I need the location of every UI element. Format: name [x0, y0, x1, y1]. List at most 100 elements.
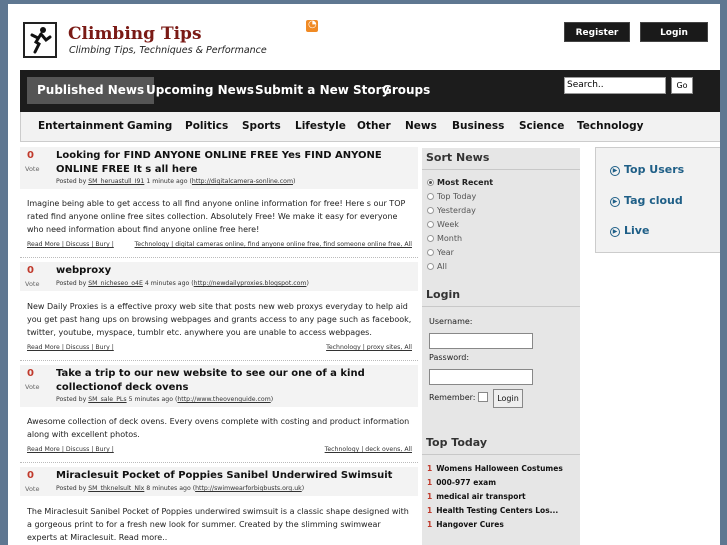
sort-news-heading: Sort News: [426, 151, 490, 164]
story-author[interactable]: SM_thknelsult_Nlx: [88, 485, 144, 492]
tag-cloud-link[interactable]: ▶ Tag cloud: [610, 194, 683, 207]
register-button[interactable]: Register: [564, 22, 630, 42]
meta-suffix: ): [292, 178, 296, 185]
story-url[interactable]: http://newdailyproxies.blogspot.com: [194, 280, 307, 287]
category-other[interactable]: Other: [357, 120, 391, 132]
story-time: 4 minutes ago (: [142, 280, 194, 287]
rss-icon[interactable]: ◔: [306, 19, 318, 32]
rank-number: 1: [427, 492, 433, 501]
category-gaming[interactable]: Gaming: [127, 120, 172, 132]
story-author[interactable]: SM_sale_PLs: [88, 396, 126, 403]
story-tags[interactable]: Technology | proxy sites, All: [326, 344, 412, 351]
story-title[interactable]: Looking for FIND ANYONE ONLINE FREE Yes …: [56, 149, 406, 177]
sort-option-all[interactable]: All: [427, 262, 447, 271]
radio-icon: [427, 221, 434, 228]
sort-option-label: Top Today: [437, 192, 477, 201]
story-item: 0 Vote Take a trip to our new website to…: [20, 365, 418, 465]
sort-option-top-today[interactable]: Top Today: [427, 192, 476, 201]
top-today-label: 000-977 exam: [436, 478, 497, 487]
story-tags[interactable]: Technology | deck ovens, All: [325, 446, 412, 453]
rank-number: 1: [427, 464, 433, 473]
story-divider: [20, 257, 418, 258]
story-url[interactable]: http://www.theovenguide.com: [177, 396, 270, 403]
story-title[interactable]: Take a trip to our new website to see ou…: [56, 367, 406, 395]
story-title[interactable]: Miraclesuit Pocket of Poppies Sanibel Un…: [56, 469, 406, 483]
vote-button[interactable]: Vote: [25, 383, 39, 391]
top-today-item[interactable]: 1 Health Testing Centers Los...: [427, 506, 558, 515]
nav-groups[interactable]: Groups: [372, 77, 440, 104]
meta-suffix: ): [301, 485, 305, 492]
story-title[interactable]: webproxy: [56, 264, 406, 278]
meta-prefix: Posted by: [56, 396, 89, 403]
story-item: 0 Vote Miraclesuit Pocket of Poppies San…: [20, 467, 418, 545]
story-body: Imagine being able to get access to all …: [27, 199, 406, 234]
site-logo[interactable]: [23, 22, 57, 58]
story-url[interactable]: http://digitalcamera-sonline.com: [192, 178, 293, 185]
rank-number: 1: [427, 478, 433, 487]
top-today-label: Hangover Cures: [436, 520, 504, 529]
vote-count: 0: [27, 265, 34, 276]
category-entertainment[interactable]: Entertainment: [38, 120, 124, 132]
play-circle-icon: ▶: [610, 166, 620, 176]
sort-option-label: All: [437, 262, 447, 271]
sort-option-label: Week: [437, 220, 459, 229]
remember-checkbox[interactable]: [478, 392, 488, 402]
sort-option-yesterday[interactable]: Yesterday: [427, 206, 476, 215]
vote-button[interactable]: Vote: [25, 485, 39, 493]
radio-icon: [427, 179, 434, 186]
category-lifestyle[interactable]: Lifestyle: [295, 120, 346, 132]
search-go-button[interactable]: Go: [671, 77, 693, 94]
story-author[interactable]: SM_heruastull_I91: [88, 178, 144, 185]
category-politics[interactable]: Politics: [185, 120, 228, 132]
meta-prefix: Posted by: [56, 280, 89, 287]
sidebar-login-button[interactable]: Login: [493, 389, 523, 408]
sort-option-label: Yesterday: [437, 206, 476, 215]
category-business[interactable]: Business: [452, 120, 504, 132]
rank-number: 1: [427, 520, 433, 529]
site-tagline: Climbing Tips, Techniques & Performance: [69, 45, 267, 56]
search-input[interactable]: Search..: [564, 77, 666, 94]
story-tags[interactable]: Technology | digital cameras online, fin…: [135, 241, 412, 248]
vote-button[interactable]: Vote: [25, 280, 39, 288]
site-title[interactable]: Climbing Tips: [68, 24, 202, 44]
story-header: 0 Vote webproxy Posted by SM_nicheseo_o4…: [20, 262, 418, 291]
sort-option-year[interactable]: Year: [427, 248, 454, 257]
category-technology[interactable]: Technology: [577, 120, 643, 132]
sort-option-month[interactable]: Month: [427, 234, 462, 243]
sort-option-most-recent[interactable]: Most Recent: [427, 178, 493, 187]
login-button[interactable]: Login: [640, 22, 708, 42]
sort-option-label: Month: [437, 234, 463, 243]
story-author[interactable]: SM_nicheseo_o4E: [88, 280, 143, 287]
top-today-item[interactable]: 1 medical air transport: [427, 492, 526, 501]
right-link-label: Live: [624, 224, 650, 237]
category-science[interactable]: Science: [519, 120, 564, 132]
category-sports[interactable]: Sports: [242, 120, 281, 132]
sort-option-label: Year: [437, 248, 454, 257]
category-bar: Entertainment Gaming Politics Sports Lif…: [20, 112, 720, 142]
main-nav: Published News Upcoming News Submit a Ne…: [20, 70, 720, 112]
top-users-link[interactable]: ▶ Top Users: [610, 163, 684, 176]
story-meta: Posted by SM_nicheseo_o4E 4 minutes ago …: [56, 280, 309, 287]
top-today-item[interactable]: 1 000-977 exam: [427, 478, 496, 487]
story-actions[interactable]: Read More | Discuss | Bury |: [27, 446, 114, 453]
top-today-label: Health Testing Centers Los...: [436, 506, 559, 515]
live-link[interactable]: ▶ Live: [610, 224, 649, 237]
radio-icon: [427, 207, 434, 214]
right-link-label: Tag cloud: [624, 194, 683, 207]
sort-option-week[interactable]: Week: [427, 220, 459, 229]
top-today-item[interactable]: 1 Hangover Cures: [427, 520, 504, 529]
username-input[interactable]: [429, 333, 533, 349]
vote-button[interactable]: Vote: [25, 165, 39, 173]
login-heading: Login: [426, 288, 461, 301]
story-url[interactable]: http://swimwearforbigbusts.org.uk: [195, 485, 302, 492]
radio-icon: [427, 235, 434, 242]
top-today-item[interactable]: 1 Womens Halloween Costumes: [427, 464, 563, 473]
story-item: 0 Vote webproxy Posted by SM_nicheseo_o4…: [20, 262, 418, 361]
story-actions[interactable]: Read More | Discuss | Bury |: [27, 241, 114, 248]
top-today-label: medical air transport: [436, 492, 526, 501]
username-label: Username:: [429, 317, 473, 326]
story-actions[interactable]: Read More | Discuss | Bury |: [27, 344, 114, 351]
sidebar-middle: Sort News Most Recent Top Today Yesterda…: [422, 148, 580, 545]
password-input[interactable]: [429, 369, 533, 385]
category-news[interactable]: News: [405, 120, 437, 132]
